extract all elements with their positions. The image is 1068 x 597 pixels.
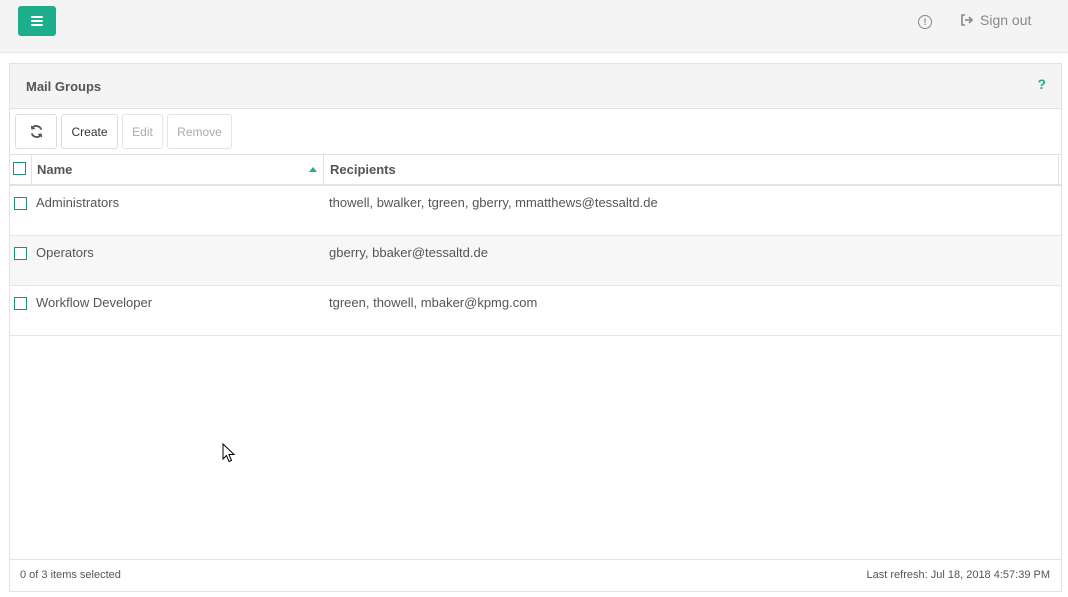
refresh-icon xyxy=(30,125,42,138)
edit-button[interactable]: Edit xyxy=(122,114,163,149)
sign-out-button[interactable]: Sign out xyxy=(960,12,1031,28)
table-row[interactable]: Workflow Developer tgreen, thowell, mbak… xyxy=(10,286,1061,336)
column-divider xyxy=(323,155,324,184)
page-title: Mail Groups xyxy=(26,79,102,94)
table-row[interactable]: Administrators thowell, bwalker, tgreen,… xyxy=(10,186,1061,236)
toolbar: Create Edit Remove xyxy=(10,109,1061,155)
top-bar: ! Sign out xyxy=(0,0,1068,53)
refresh-button[interactable] xyxy=(15,114,57,149)
column-header-recipients[interactable]: Recipients xyxy=(330,162,396,177)
column-divider xyxy=(1058,155,1059,184)
panel-header: Mail Groups ? xyxy=(10,64,1061,109)
selection-count: 0 of 3 items selected xyxy=(20,569,121,581)
cell-name: Workflow Developer xyxy=(36,295,153,310)
grid-body: Administrators thowell, bwalker, tgreen,… xyxy=(10,186,1061,336)
table-row[interactable]: Operators gberry, bbaker@tessaltd.de xyxy=(10,236,1061,286)
grid-header: Name Recipients xyxy=(10,155,1061,186)
hamburger-icon xyxy=(31,16,43,26)
sign-out-label: Sign out xyxy=(980,12,1032,28)
sort-ascending-icon xyxy=(309,167,317,172)
cell-name: Administrators xyxy=(36,195,120,210)
column-divider xyxy=(31,155,32,184)
cell-recipients: thowell, bwalker, tgreen, gberry, mmatth… xyxy=(329,195,658,210)
remove-button[interactable]: Remove xyxy=(167,114,232,149)
select-all-checkbox[interactable] xyxy=(13,162,26,175)
row-checkbox[interactable] xyxy=(14,247,27,260)
menu-toggle-button[interactable] xyxy=(18,6,56,36)
sign-out-icon xyxy=(960,13,974,27)
row-checkbox[interactable] xyxy=(14,297,27,310)
row-checkbox[interactable] xyxy=(14,197,27,210)
cell-recipients: tgreen, thowell, mbaker@kpmg.com xyxy=(329,295,538,310)
column-header-name[interactable]: Name xyxy=(37,162,72,177)
info-icon[interactable]: ! xyxy=(918,15,932,29)
status-bar: 0 of 3 items selected Last refresh: Jul … xyxy=(10,559,1061,591)
mail-groups-panel: Mail Groups ? Create Edit Remove Name Re… xyxy=(9,63,1062,592)
help-icon[interactable]: ? xyxy=(1037,76,1046,92)
last-refresh-timestamp: Last refresh: Jul 18, 2018 4:57:39 PM xyxy=(866,569,1050,581)
create-button[interactable]: Create xyxy=(61,114,118,149)
cell-name: Operators xyxy=(36,245,94,260)
cell-recipients: gberry, bbaker@tessaltd.de xyxy=(329,245,488,260)
